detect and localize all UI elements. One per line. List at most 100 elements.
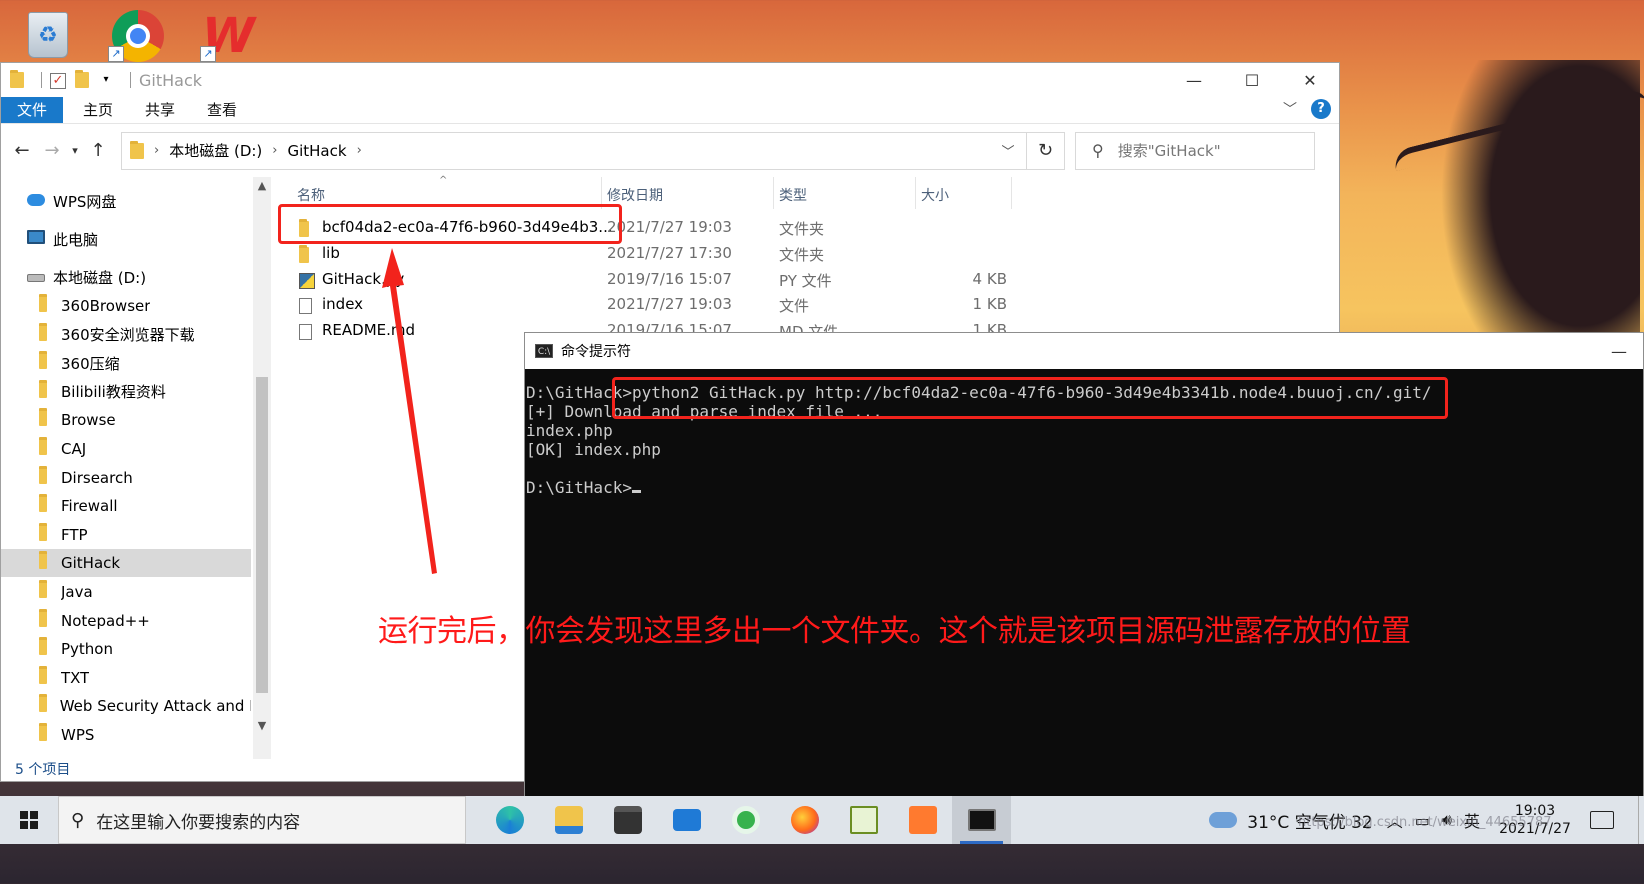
address-dropdown-icon[interactable]: ﹀ (990, 141, 1026, 160)
nav-folder-item[interactable]: TXT (1, 664, 251, 692)
file-name: lib (322, 243, 340, 262)
address-bar-row: ← → ▾ ↑ › 本地磁盘 (D:) › GitHack › ﹀ ↻ ⚲ 搜索… (1, 123, 1339, 177)
nav-label: 此电脑 (53, 230, 99, 249)
tab-view[interactable]: 查看 (191, 97, 253, 123)
computer-icon (27, 230, 45, 248)
nav-scrollbar[interactable]: ▲ ▼ (253, 177, 271, 759)
file-type: 文件夹 (779, 220, 825, 238)
nav-item-drive-d[interactable]: 本地磁盘 (D:) (1, 263, 251, 291)
maximize-button[interactable]: ☐ (1223, 63, 1281, 97)
address-box[interactable]: › 本地磁盘 (D:) › GitHack › ﹀ (121, 131, 1027, 170)
customize-quick-access-icon[interactable]: ▾ (98, 72, 114, 88)
edge-icon[interactable] (480, 796, 539, 844)
tab-file[interactable]: 文件 (1, 97, 64, 123)
nav-folder-item[interactable]: Firewall (1, 492, 251, 520)
cmd-title: 命令提示符 (561, 344, 631, 360)
nav-folder-item[interactable]: Python (1, 635, 251, 663)
nav-folder-item[interactable]: Java (1, 578, 251, 606)
nav-folder-item[interactable]: Web Security Attack and De (1, 692, 251, 720)
folder-icon (39, 551, 53, 573)
forward-arrow-icon[interactable]: → (37, 140, 67, 161)
mail-icon[interactable] (657, 796, 716, 844)
expand-ribbon-icon[interactable]: ﹀ (1283, 99, 1297, 119)
new-folder-icon[interactable] (74, 70, 90, 88)
nav-folder-label: FTP (61, 525, 88, 544)
nav-folder-item[interactable]: Dirsearch (1, 464, 251, 492)
text-cursor (631, 490, 641, 493)
annotation-caption: 运行完后，你会发现这里多出一个文件夹。这个就是该项目源码泄露存放的位置 (378, 614, 1411, 649)
file-row[interactable]: lib 2021/7/27 17:30 文件夹 (277, 241, 1017, 267)
taskbar-search-input[interactable]: ⚲ 在这里输入你要搜索的内容 (58, 796, 466, 844)
help-icon[interactable]: ? (1311, 99, 1331, 119)
weather-cloud-icon (1209, 812, 1238, 828)
breadcrumb-chevron-icon[interactable]: › (357, 143, 362, 158)
scroll-up-icon[interactable]: ▲ (253, 177, 271, 195)
scroll-down-icon[interactable]: ▼ (253, 717, 271, 735)
file-row[interactable]: index 2021/7/27 19:03 文件 1 KB (277, 292, 1017, 318)
nav-folder-item[interactable]: CAJ (1, 435, 251, 463)
column-divider[interactable] (915, 177, 916, 209)
nav-folder-label: Java (61, 583, 93, 601)
scroll-thumb[interactable] (256, 377, 268, 693)
nav-item-this-pc[interactable]: 此电脑 (1, 225, 251, 253)
start-button[interactable] (0, 796, 58, 844)
back-arrow-icon[interactable]: ← (7, 140, 37, 161)
file-name: GitHack.py (322, 269, 405, 288)
chrome-icon[interactable]: ↗ (108, 6, 164, 62)
nav-label: 本地磁盘 (D:) (53, 268, 147, 287)
nav-folder-item[interactable]: WPS (1, 721, 251, 749)
folder-icon (39, 608, 53, 631)
up-arrow-icon[interactable]: ↑ (83, 140, 113, 161)
breadcrumb-chevron-icon[interactable]: › (272, 143, 277, 158)
cmd-prompt-line: D:\GitHack> (526, 478, 1643, 497)
nav-folder-item[interactable]: Notepad++ (1, 607, 251, 635)
nav-folder-item[interactable]: Browse (1, 406, 251, 434)
annotation-highlight-command (612, 377, 1448, 419)
cmd-taskbar-icon[interactable] (952, 796, 1011, 844)
column-name[interactable]: 名称 (297, 185, 325, 205)
folder-icon (39, 408, 53, 430)
explorer-titlebar: ✓ ▾ GitHack — ☐ ✕ (1, 63, 1339, 97)
breadcrumb-drive[interactable]: 本地磁盘 (D:) (169, 140, 262, 161)
notepad-icon[interactable] (834, 796, 893, 844)
close-button[interactable]: ✕ (1281, 63, 1339, 97)
divider (130, 72, 131, 88)
search-input[interactable]: ⚲ 搜索"GitHack" (1075, 131, 1315, 170)
firefox-icon[interactable] (775, 796, 834, 844)
column-divider[interactable] (773, 177, 774, 209)
recent-locations-chevron-icon[interactable]: ▾ (67, 144, 83, 157)
file-name: README.md (322, 321, 416, 340)
wps-office-icon[interactable]: W ↗ (200, 6, 256, 62)
notifications-icon[interactable] (1590, 811, 1614, 829)
tab-home[interactable]: 主页 (67, 97, 129, 123)
ie-icon[interactable] (716, 796, 775, 844)
store-icon[interactable] (598, 796, 657, 844)
file-row[interactable]: GitHack.py 2019/7/16 15:07 PY 文件 4 KB (277, 267, 1017, 293)
nav-folder-item[interactable]: FTP (1, 521, 251, 549)
breadcrumb-githack[interactable]: GitHack (287, 142, 346, 160)
minimize-button[interactable]: — (1611, 342, 1627, 361)
column-size[interactable]: 大小 (921, 185, 949, 205)
nav-folder-item[interactable]: 360Browser (1, 292, 251, 320)
tab-share[interactable]: 共享 (129, 97, 191, 123)
column-type[interactable]: 类型 (779, 185, 807, 205)
file-date: 2021/7/27 19:03 (607, 295, 732, 314)
column-divider[interactable] (1011, 177, 1012, 209)
file-explorer-icon[interactable] (539, 796, 598, 844)
nav-folder-item[interactable]: 360安全浏览器下载 (1, 321, 251, 349)
show-desktop-button[interactable] (1638, 796, 1644, 844)
refresh-icon[interactable]: ↻ (1027, 131, 1065, 170)
nav-label: WPS网盘 (53, 192, 117, 211)
nav-folder-item[interactable]: GitHack (1, 549, 251, 578)
nav-folder-item[interactable]: 360压缩 (1, 349, 251, 377)
sublime-text-icon[interactable] (893, 796, 952, 844)
column-date[interactable]: 修改日期 (607, 185, 663, 205)
properties-icon[interactable]: ✓ (50, 72, 66, 89)
taskbar-apps (480, 796, 1011, 844)
nav-folder-item[interactable]: Bilibili教程资料 (1, 378, 251, 406)
breadcrumb-chevron-icon[interactable]: › (154, 143, 159, 158)
minimize-button[interactable]: — (1165, 63, 1223, 97)
recycle-bin-icon[interactable] (20, 6, 76, 62)
nav-folder-label: 360Browser (61, 297, 151, 315)
nav-item-wps-cloud[interactable]: WPS网盘 (1, 187, 251, 215)
